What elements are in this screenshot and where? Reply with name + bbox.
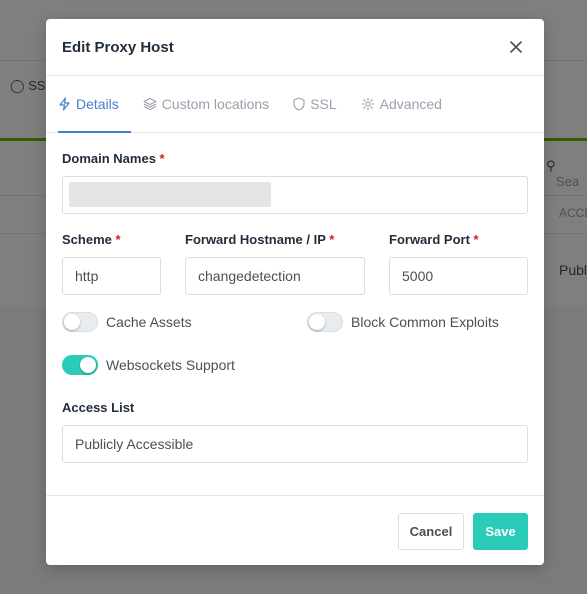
scheme-label: Scheme *	[62, 232, 121, 247]
layers-icon	[143, 97, 157, 111]
tab-ssl[interactable]: SSL	[293, 76, 348, 132]
access-list-label: Access List	[62, 400, 135, 415]
label-text: Forward Hostname / IP	[185, 232, 326, 247]
cache-assets-toggle-row[interactable]: Cache Assets	[62, 312, 192, 332]
toggle-knob	[309, 314, 325, 330]
cancel-button[interactable]: Cancel	[398, 513, 464, 550]
shield-icon	[293, 97, 305, 111]
websockets-toggle[interactable]	[62, 355, 98, 375]
label-text: Scheme	[62, 232, 112, 247]
tab-custom-locations[interactable]: Custom locations	[143, 76, 281, 132]
label-text: Forward Port	[389, 232, 470, 247]
forward-hostname-label: Forward Hostname / IP *	[185, 232, 334, 247]
websockets-toggle-row[interactable]: Websockets Support	[62, 355, 235, 375]
cache-assets-toggle[interactable]	[62, 312, 98, 332]
toggle-knob	[64, 314, 80, 330]
tab-bar: Details Custom locations SSL Advanced	[46, 76, 544, 133]
redacted-domain-chip	[69, 182, 271, 207]
close-button[interactable]	[504, 35, 528, 59]
save-button[interactable]: Save	[473, 513, 528, 550]
tab-label: Custom locations	[161, 96, 270, 112]
block-exploits-toggle-row[interactable]: Block Common Exploits	[307, 312, 499, 332]
cache-assets-label: Cache Assets	[106, 314, 192, 330]
access-list-select[interactable]: Publicly Accessible	[62, 425, 528, 463]
label-text: Domain Names	[62, 151, 156, 166]
domain-names-input[interactable]	[62, 176, 528, 214]
scheme-select[interactable]: http	[62, 257, 161, 295]
modal-footer: Cancel Save	[46, 495, 544, 565]
tab-advanced[interactable]: Advanced	[361, 76, 454, 132]
tab-label: Details	[76, 96, 119, 112]
required-mark: *	[473, 232, 479, 247]
block-exploits-toggle[interactable]	[307, 312, 343, 332]
forward-hostname-input[interactable]: changedetection	[185, 257, 365, 295]
websockets-label: Websockets Support	[106, 357, 235, 373]
modal-header: Edit Proxy Host	[46, 19, 544, 76]
forward-port-label: Forward Port *	[389, 232, 479, 247]
domain-names-label: Domain Names *	[62, 151, 165, 166]
tab-label: SSL	[310, 96, 337, 112]
modal-title: Edit Proxy Host	[62, 38, 174, 56]
required-mark: *	[159, 151, 165, 166]
tab-label: Advanced	[379, 96, 442, 112]
tab-details[interactable]: Details	[58, 76, 131, 133]
edit-proxy-host-modal: Edit Proxy Host Details Custom locations…	[46, 19, 544, 565]
block-exploits-label: Block Common Exploits	[351, 314, 499, 330]
toggle-knob	[80, 357, 96, 373]
bolt-icon	[59, 97, 70, 111]
gear-icon	[361, 97, 375, 111]
required-mark: *	[115, 232, 121, 247]
forward-port-input[interactable]: 5000	[389, 257, 528, 295]
close-icon	[510, 41, 522, 53]
required-mark: *	[329, 232, 335, 247]
